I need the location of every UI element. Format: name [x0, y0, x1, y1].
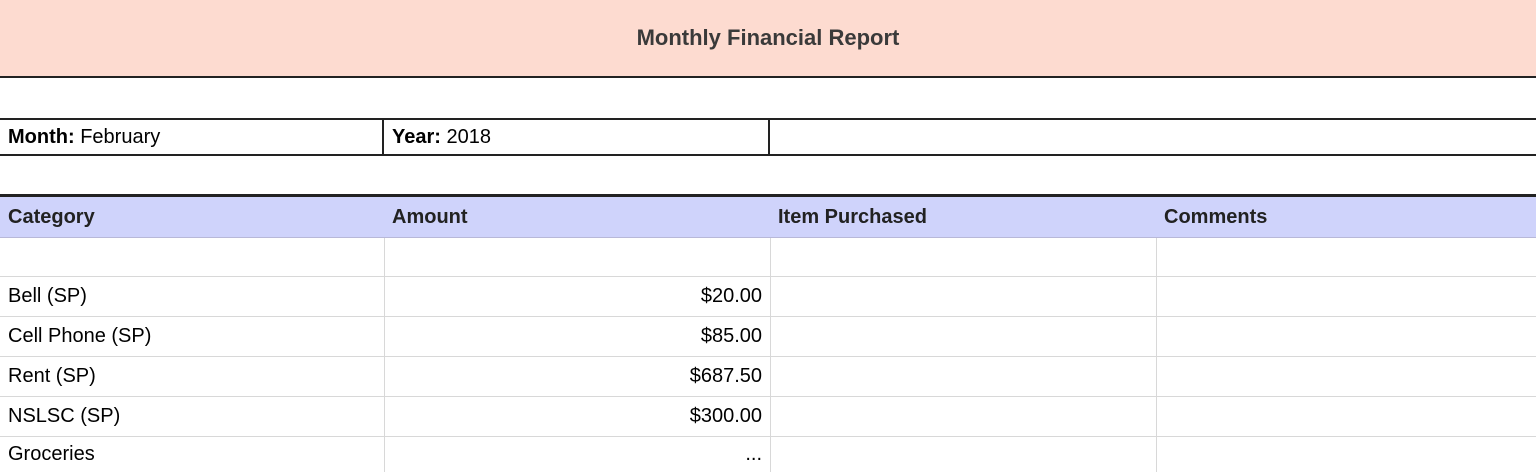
- header-amount[interactable]: Amount: [384, 197, 770, 237]
- year-cell[interactable]: Year: 2018: [384, 118, 770, 156]
- table-cell-item[interactable]: [770, 357, 1156, 396]
- table-cell-item[interactable]: [770, 238, 1156, 276]
- table-cell-category[interactable]: Rent (SP): [0, 357, 384, 396]
- header-item-purchased[interactable]: Item Purchased: [770, 197, 1156, 237]
- table-cell-amount[interactable]: $300.00: [384, 397, 770, 436]
- year-value: 2018: [446, 125, 492, 148]
- table-cell-category[interactable]: [0, 238, 384, 276]
- meta-empty-cell[interactable]: [770, 118, 1536, 156]
- table-cell-comments[interactable]: [1156, 437, 1536, 472]
- table-cell-comments[interactable]: [1156, 277, 1536, 316]
- table-cell-comments[interactable]: [1156, 317, 1536, 356]
- year-label: Year:: [392, 125, 441, 148]
- table-cell-category[interactable]: Bell (SP): [0, 277, 384, 316]
- table-cell-amount[interactable]: $20.00: [384, 277, 770, 316]
- table-cell-amount[interactable]: $687.50: [384, 357, 770, 396]
- month-value: February: [80, 125, 161, 148]
- table-cell-category[interactable]: NSLSC (SP): [0, 397, 384, 436]
- table-cell-comments[interactable]: [1156, 357, 1536, 396]
- table-cell-item[interactable]: [770, 317, 1156, 356]
- table-cell-item[interactable]: [770, 397, 1156, 436]
- month-label: Month:: [8, 125, 75, 148]
- table-cell-amount[interactable]: ...: [384, 437, 770, 472]
- month-cell[interactable]: Month: February: [0, 118, 384, 156]
- table-cell-item[interactable]: [770, 277, 1156, 316]
- table-cell-comments[interactable]: [1156, 238, 1536, 276]
- table-cell-amount[interactable]: [384, 238, 770, 276]
- header-comments[interactable]: Comments: [1156, 197, 1536, 237]
- table-cell-comments[interactable]: [1156, 397, 1536, 436]
- table-cell-item[interactable]: [770, 437, 1156, 472]
- header-category[interactable]: Category: [0, 197, 384, 237]
- table-cell-category[interactable]: Groceries: [0, 437, 384, 472]
- table-cell-amount[interactable]: $85.00: [384, 317, 770, 356]
- report-title: Monthly Financial Report: [0, 0, 1536, 78]
- table-cell-category[interactable]: Cell Phone (SP): [0, 317, 384, 356]
